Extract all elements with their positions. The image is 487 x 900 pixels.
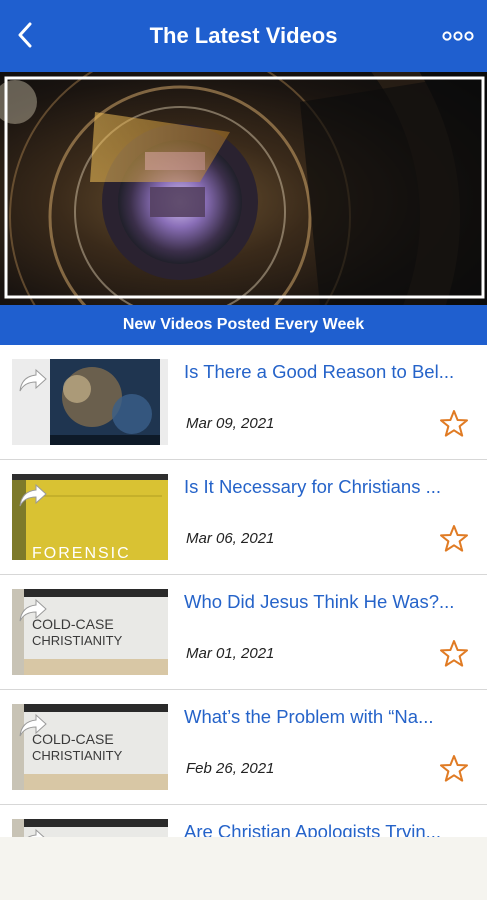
video-date: Mar 09, 2021 [186,415,275,432]
app-header: The Latest Videos [0,0,487,72]
favorite-star-icon[interactable] [439,409,469,439]
svg-text:CHRISTIANITY: CHRISTIANITY [32,633,123,648]
share-icon[interactable] [18,827,48,837]
share-icon[interactable] [18,482,48,508]
favorite-star-icon[interactable] [439,639,469,669]
more-button[interactable] [441,22,475,50]
share-icon[interactable] [18,712,48,738]
video-title[interactable]: What’s the Problem with “Na... [184,706,476,728]
hero-image [0,72,487,305]
video-title[interactable]: Who Did Jesus Think He Was?... [184,591,476,613]
video-thumbnail[interactable]: COLD-CASE CHRISTIANITY [12,589,168,675]
video-date: Feb 26, 2021 [186,760,275,777]
video-thumbnail[interactable]: FORENSIC [12,474,168,560]
video-date: Mar 06, 2021 [186,530,275,547]
share-icon[interactable] [18,597,48,623]
svg-text:FORENSIC: FORENSIC [32,545,131,560]
video-list[interactable]: Is There a Good Reason to Bel... Mar 09,… [0,345,487,837]
video-thumbnail[interactable]: COLD-CASE CHRISTIANITY [12,704,168,790]
video-title[interactable]: Is It Necessary for Christians ... [184,476,476,498]
banner: New Videos Posted Every Week [0,305,487,345]
favorite-star-icon[interactable] [439,754,469,784]
video-thumbnail[interactable] [12,359,168,445]
svg-text:CHRISTIANITY: CHRISTIANITY [32,748,123,763]
video-date: Mar 01, 2021 [186,645,275,662]
bottom-bar [0,837,487,900]
list-item[interactable]: COLD-CASE CHRISTIANITY What’s the Proble… [0,690,487,805]
list-item[interactable]: Is There a Good Reason to Bel... Mar 09,… [0,345,487,460]
favorite-star-icon[interactable] [439,524,469,554]
video-title[interactable]: Are Christian Apologists Tryin... [184,821,476,837]
video-title[interactable]: Is There a Good Reason to Bel... [184,361,476,383]
more-horizontal-icon [442,31,474,41]
video-thumbnail[interactable] [12,819,168,837]
list-item[interactable]: FORENSIC Is It Necessary for Christians … [0,460,487,575]
list-item[interactable]: Are Christian Apologists Tryin... [0,805,487,837]
share-icon[interactable] [18,367,48,393]
list-item[interactable]: COLD-CASE CHRISTIANITY Who Did Jesus Thi… [0,575,487,690]
page-title: The Latest Videos [149,23,338,48]
